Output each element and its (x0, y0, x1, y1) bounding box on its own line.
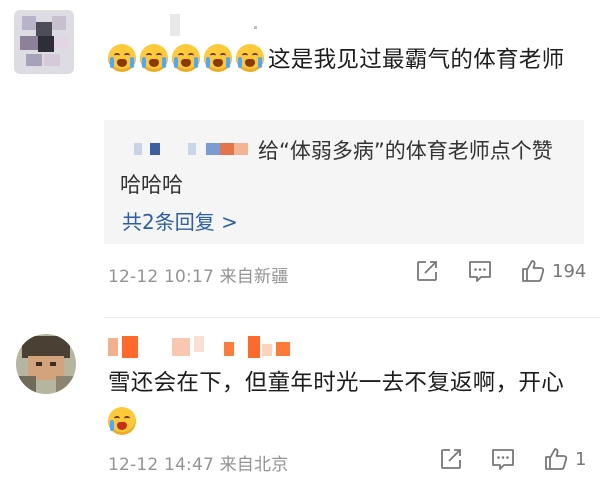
share-icon (417, 261, 437, 281)
reply-usernames[interactable] (120, 143, 252, 157)
username[interactable] (108, 14, 268, 36)
comment-button[interactable] (467, 259, 493, 283)
avatar[interactable] (14, 10, 74, 74)
crying-emoji-icon (108, 44, 136, 72)
crying-emoji-icon (236, 44, 264, 72)
laughing-emoji-icon (108, 407, 136, 435)
like-count: 1 (575, 448, 587, 470)
share-icon (441, 449, 461, 469)
crying-emoji-icon (204, 44, 232, 72)
comment-text: 雪还会在下，但童年时光一去不复返啊，开心 (108, 366, 578, 441)
comment-item: 雪还会在下，但童年时光一去不复返啊，开心 12-12 14:47 来自北京 1 (0, 318, 600, 488)
comment-item: 这是我见过最霸气的体育老师 给“体弱多病”的体育老师点个赞哈哈哈 共2条回复 >… (0, 0, 600, 318)
like-icon (522, 260, 545, 282)
comment-icon (469, 261, 491, 282)
view-replies-link[interactable]: 共2条回复 > (122, 206, 238, 235)
like-button[interactable]: 194 (520, 258, 586, 284)
avatar[interactable] (16, 334, 76, 394)
comment-icon (492, 449, 514, 470)
username[interactable] (108, 336, 298, 358)
comment-actions: 194 (0, 256, 600, 286)
like-count: 194 (552, 260, 587, 282)
comment-text: 这是我见过最霸气的体育老师 (108, 43, 578, 78)
share-button[interactable] (415, 259, 439, 283)
like-button[interactable]: 1 (543, 446, 586, 472)
like-icon (545, 448, 568, 470)
comment-actions: 1 (0, 444, 600, 474)
reply-preview[interactable]: 给“体弱多病”的体育老师点个赞哈哈哈 共2条回复 > (104, 120, 584, 244)
comment-body: 这是我见过最霸气的体育老师 (268, 47, 565, 73)
comment-body: 雪还会在下，但童年时光一去不复返啊，开心 (108, 370, 565, 396)
crying-emoji-icon (140, 44, 168, 72)
crying-emoji-icon (172, 44, 200, 72)
comment-button[interactable] (490, 447, 516, 471)
share-button[interactable] (439, 447, 463, 471)
